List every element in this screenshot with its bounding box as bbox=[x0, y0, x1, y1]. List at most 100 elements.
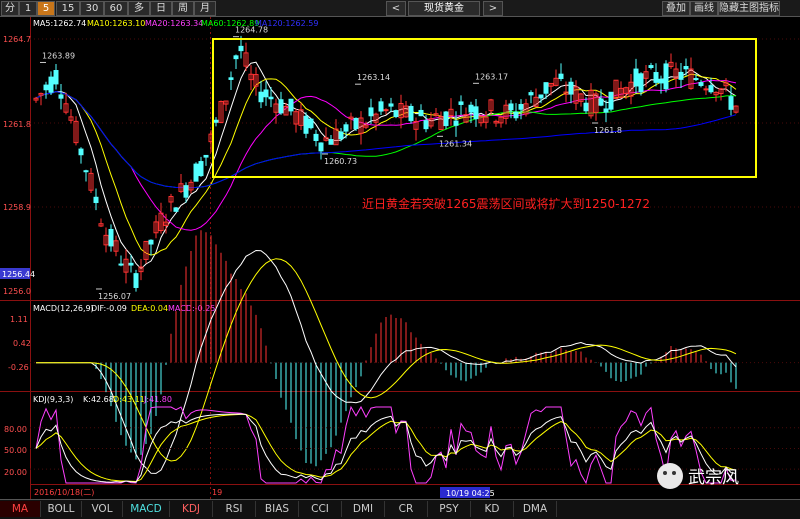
candle-body bbox=[228, 77, 234, 80]
candle-body bbox=[568, 81, 574, 95]
prev-symbol-button[interactable]: < bbox=[386, 1, 406, 16]
price-tick-label: 1256.0 bbox=[3, 287, 31, 296]
candle-body bbox=[353, 117, 359, 130]
annotation-label: 1261.34 bbox=[439, 139, 472, 148]
period-button-day[interactable]: 日 bbox=[150, 1, 172, 16]
tab-rsi[interactable]: RSI bbox=[213, 501, 256, 517]
candle-body bbox=[268, 96, 274, 100]
candle-body bbox=[48, 76, 54, 93]
candle-body bbox=[258, 91, 264, 103]
candle-body bbox=[43, 84, 49, 91]
wechat-icon bbox=[657, 463, 683, 489]
period-button-30[interactable]: 30 bbox=[80, 1, 104, 16]
candle-body bbox=[663, 63, 669, 90]
candle-body bbox=[388, 103, 394, 107]
candle-body bbox=[473, 106, 479, 120]
candle-body bbox=[148, 239, 154, 245]
candle-body bbox=[378, 101, 384, 112]
overlay-button[interactable]: 叠加 bbox=[662, 1, 690, 16]
candle-body bbox=[368, 107, 374, 117]
indicator-tab-bar: MA BOLL VOL MACD KDJ RSI BIAS CCI DMI CR… bbox=[0, 499, 800, 519]
candle-body bbox=[78, 148, 84, 156]
wechat-icon-eye bbox=[672, 471, 676, 475]
macd-legend-title: MACD(12,26,9) bbox=[33, 304, 94, 313]
candle-body bbox=[518, 103, 524, 110]
chart-canvas: 1264.7 1261.8 1258.9 1256.0 1256.44 MA5:… bbox=[0, 17, 800, 499]
ma120-line bbox=[35, 90, 737, 189]
candle-body bbox=[558, 73, 564, 80]
candle-body bbox=[318, 142, 324, 152]
period-button-multi[interactable]: 多 bbox=[128, 1, 150, 16]
period-button-month[interactable]: 月 bbox=[194, 1, 216, 16]
kdj-k-legend: K:42.68 bbox=[83, 395, 114, 404]
candle-body bbox=[238, 45, 244, 52]
candle-body bbox=[58, 94, 64, 99]
tab-ma[interactable]: MA bbox=[0, 501, 41, 517]
ma10-legend: MA10:1263.10 bbox=[87, 19, 145, 28]
period-button-1[interactable]: 1 bbox=[19, 1, 37, 16]
tab-dma[interactable]: DMA bbox=[514, 501, 557, 517]
kdj-legend-title: KDJ(9,3,3) bbox=[33, 395, 73, 404]
tab-cr[interactable]: CR bbox=[385, 501, 428, 517]
candle-body bbox=[543, 82, 549, 94]
annotation-label: 1263.89 bbox=[42, 51, 75, 60]
kdj-tick-label: 80.00 bbox=[4, 425, 27, 434]
period-button-fen[interactable]: 分 bbox=[1, 1, 19, 16]
candle-body bbox=[608, 91, 614, 110]
next-symbol-button[interactable]: > bbox=[483, 1, 503, 16]
candle-body bbox=[313, 133, 319, 142]
candle-body bbox=[458, 101, 464, 105]
kdj-d-legend: D:43.11 bbox=[113, 395, 145, 404]
macd-tick-label: 0.42 bbox=[13, 339, 31, 348]
candle-body bbox=[648, 65, 654, 69]
candle-body bbox=[468, 104, 474, 113]
candle-body bbox=[193, 163, 199, 182]
tab-bias[interactable]: BIAS bbox=[256, 501, 299, 517]
annotation-label: 1261.8 bbox=[594, 126, 622, 135]
hide-indicators-button[interactable]: 隐藏主图指标 bbox=[718, 1, 780, 16]
tab-dmi[interactable]: DMI bbox=[342, 501, 385, 517]
candle-body bbox=[263, 89, 269, 98]
macd-tick-label: -0.26 bbox=[8, 363, 29, 372]
candle-body bbox=[288, 98, 294, 112]
candle-body bbox=[443, 111, 449, 127]
tab-kdj[interactable]: KDJ bbox=[170, 501, 213, 517]
candle-body bbox=[338, 131, 344, 140]
candle-body bbox=[183, 185, 189, 198]
candle-body bbox=[303, 115, 309, 134]
price-grid bbox=[30, 38, 800, 208]
candle-body bbox=[393, 110, 399, 118]
candle-body bbox=[108, 228, 114, 247]
period-button-week[interactable]: 周 bbox=[172, 1, 194, 16]
candle-body bbox=[698, 82, 704, 86]
candle-body bbox=[528, 92, 534, 96]
macd-dea-legend: DEA:0.04 bbox=[131, 304, 168, 313]
candle-body bbox=[408, 105, 414, 122]
macd-value-legend: MACD:-0.25 bbox=[168, 304, 215, 313]
candle-body bbox=[703, 88, 709, 91]
annotation-label: 1256.07 bbox=[98, 292, 131, 301]
tab-cci[interactable]: CCI bbox=[299, 501, 342, 517]
ma5-legend: MA5:1262.74 bbox=[33, 19, 86, 28]
macd-tick-label: 1.11 bbox=[10, 315, 28, 324]
period-button-60[interactable]: 60 bbox=[104, 1, 128, 16]
ma20-legend: MA20:1263.34 bbox=[145, 19, 203, 28]
candle-body bbox=[653, 72, 659, 83]
tab-macd[interactable]: MACD bbox=[123, 501, 170, 517]
period-button-15[interactable]: 15 bbox=[56, 1, 80, 16]
annotation-label: 1263.14 bbox=[357, 73, 390, 82]
candle-body bbox=[683, 66, 689, 70]
current-price-label: 1256.44 bbox=[2, 270, 35, 279]
candle-body bbox=[133, 273, 139, 288]
draw-line-button[interactable]: 画线 bbox=[690, 1, 718, 16]
tab-psy[interactable]: PSY bbox=[428, 501, 471, 517]
headline-text: 近日黄金若突破1265震荡区间或将扩大到1250-1272 bbox=[362, 196, 650, 211]
period-button-5[interactable]: 5 bbox=[37, 1, 55, 16]
candle-body bbox=[633, 68, 639, 87]
candle-body bbox=[93, 196, 99, 204]
tab-vol[interactable]: VOL bbox=[82, 501, 123, 517]
date-label-19: 19 bbox=[212, 488, 222, 497]
tab-boll[interactable]: BOLL bbox=[41, 501, 82, 517]
tab-kd[interactable]: KD bbox=[471, 501, 514, 517]
watermark-text: 武宗风 bbox=[688, 468, 739, 488]
